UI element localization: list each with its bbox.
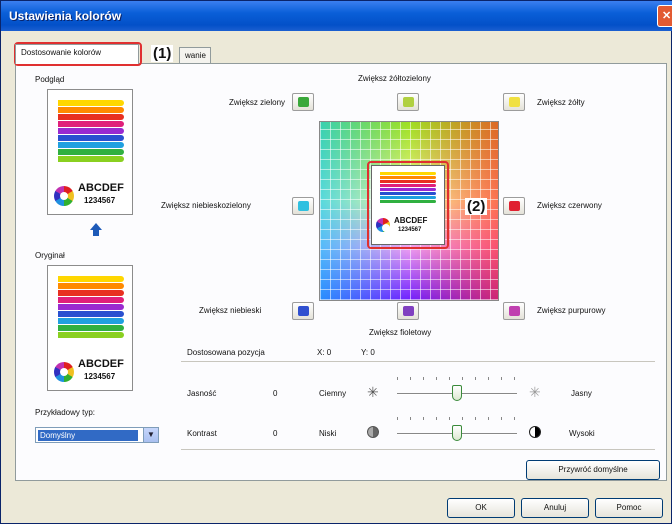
brightness-label: Jasność [187, 389, 217, 398]
arrow-up-stem [93, 230, 99, 236]
increase-purple-button[interactable] [503, 302, 525, 320]
yellow-green-label: Zwiększ żółtozielony [358, 74, 431, 83]
help-button[interactable]: Pomoc [595, 498, 663, 518]
yellow-label: Zwiększ żółty [537, 98, 585, 107]
yellow-green-swatch-icon [403, 97, 414, 107]
contrast-high-label: Wysoki [569, 429, 595, 438]
template-label: Przykładowy typ: [35, 408, 96, 417]
separator [181, 449, 655, 450]
color-wheel-icon [54, 362, 74, 382]
green-swatch-icon [298, 97, 309, 107]
template-select[interactable]: Domyślny ▼ [35, 427, 159, 443]
contrast-slider-thumb[interactable] [452, 425, 462, 441]
increase-violet-button[interactable] [397, 302, 419, 320]
original-image: ABCDEF 1234567 [47, 265, 133, 391]
preview-sample-text: ABCDEF [78, 182, 124, 194]
contrast-value: 0 [273, 429, 278, 438]
purple-swatch-icon [509, 306, 520, 316]
position-y: Y: 0 [361, 348, 375, 357]
increase-red-button[interactable] [503, 197, 525, 215]
ok-button[interactable]: OK [447, 498, 515, 518]
green-label: Zwiększ zielony [229, 98, 286, 107]
contrast-ticks [397, 417, 517, 420]
window-title: Ustawienia kolorów [9, 9, 122, 23]
brightness-high-label: Jasny [571, 389, 592, 398]
blue-label: Zwiększ niebieski [199, 306, 262, 315]
tab-color-adjustment[interactable]: Dostosowanie kolorów [15, 44, 139, 64]
dark-sun-icon: ✳ [367, 384, 379, 400]
original-label: Oryginał [35, 251, 65, 260]
increase-blue-button[interactable] [292, 302, 314, 320]
color-wheel-icon [54, 186, 74, 206]
violet-swatch-icon [403, 306, 414, 316]
template-select-value: Domyślny [38, 430, 138, 441]
contrast-label: Kontrast [187, 429, 217, 438]
contrast-low-label: Niski [319, 429, 337, 438]
original-sample-number: 1234567 [84, 372, 116, 381]
purple-label: Zwiększ purpurowy [537, 306, 606, 315]
preview-label: Podgląd [35, 75, 65, 84]
increase-green-button[interactable] [292, 93, 314, 111]
callout-2-label: (2) [465, 198, 488, 215]
increase-cyan-button[interactable] [292, 197, 314, 215]
cyan-label: Zwiększ niebieskozielony [161, 201, 251, 210]
violet-label: Zwiększ fioletowy [369, 328, 432, 337]
brightness-value: 0 [273, 389, 278, 398]
position-label: Dostosowana pozycja [187, 348, 265, 357]
bright-sun-icon: ✳ [529, 384, 541, 400]
title-bar: Ustawienia kolorów ✕ [1, 1, 672, 31]
blue-swatch-icon [298, 306, 309, 316]
brightness-slider-thumb[interactable] [452, 385, 462, 401]
original-sample-text: ABCDEF [78, 358, 124, 370]
red-swatch-icon [509, 201, 520, 211]
callout-2-highlight [367, 161, 449, 249]
tab-second[interactable]: wanie [179, 47, 211, 64]
brightness-ticks [397, 377, 517, 380]
high-contrast-icon [529, 426, 541, 438]
yellow-swatch-icon [509, 97, 520, 107]
separator [181, 361, 655, 362]
pencils-illustration [58, 100, 124, 174]
color-settings-window: Ustawienia kolorów ✕ Dostosowanie koloró… [0, 0, 672, 524]
low-contrast-icon [367, 426, 379, 438]
preview-image: ABCDEF 1234567 [47, 89, 133, 215]
pencils-illustration [58, 276, 124, 350]
cancel-button[interactable]: Anuluj [521, 498, 589, 518]
position-x: X: 0 [317, 348, 332, 357]
increase-yellow-button[interactable] [503, 93, 525, 111]
chevron-down-icon[interactable]: ▼ [143, 428, 158, 442]
cyan-swatch-icon [298, 201, 309, 211]
restore-defaults-button[interactable]: Przywróć domyślne [526, 460, 660, 480]
callout-1-label: (1) [151, 45, 174, 62]
red-label: Zwiększ czerwony [537, 201, 602, 210]
increase-yellow-green-button[interactable] [397, 93, 419, 111]
close-button[interactable]: ✕ [657, 5, 672, 27]
preview-sample-number: 1234567 [84, 196, 116, 205]
arrow-up-icon [90, 223, 102, 230]
brightness-low-label: Ciemny [319, 389, 347, 398]
